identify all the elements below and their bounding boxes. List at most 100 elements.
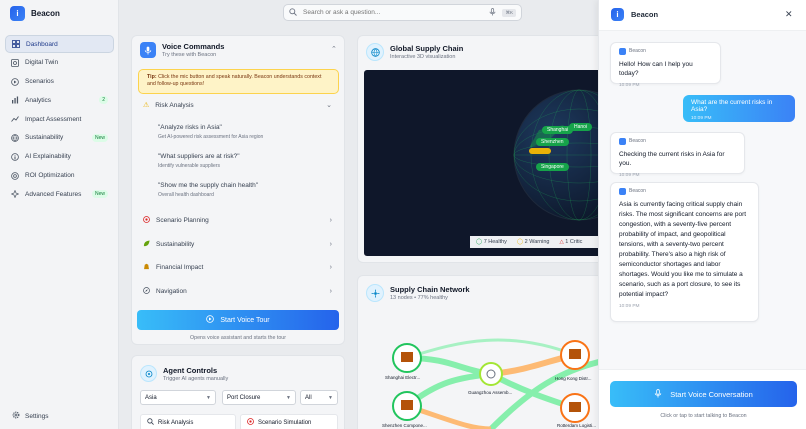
message-time: 10:09 PM — [619, 304, 640, 310]
sender-name: Beacon — [629, 48, 646, 54]
command-example[interactable]: "Show me the supply chain health" — [158, 182, 258, 189]
agent-icon — [140, 365, 157, 382]
sidebar-item-digital-twin[interactable]: Digital Twin — [5, 54, 114, 72]
target-icon — [247, 418, 254, 427]
analytics-count-badge: 2 — [99, 96, 108, 105]
tour-note: Opens voice assistant and starts the tou… — [190, 335, 286, 341]
network-node — [392, 391, 422, 421]
network-icon — [366, 284, 384, 302]
voice-commands-subtitle: Try these with Beacon — [162, 52, 217, 58]
accordion-financial-impact[interactable]: Financial Impact › — [137, 258, 338, 276]
scenario-value: Port Closure — [227, 394, 261, 401]
settings-link[interactable]: Settings — [12, 411, 49, 421]
message-time: 10:09 PM — [691, 116, 712, 121]
network-node — [392, 343, 422, 373]
scenario-simulation-button[interactable]: Scenario Simulation — [240, 414, 338, 429]
warning-count: 2 Warning — [524, 239, 550, 245]
accordion-scenario-planning[interactable]: Scenario Planning › — [137, 211, 338, 229]
sidebar-item-scenarios[interactable]: Scenarios — [5, 73, 114, 91]
agent-controls-header: Agent Controls Trigger AI agents manuall… — [140, 365, 228, 382]
sidebar-item-ai-explainability[interactable]: AI Explainability — [5, 148, 114, 166]
sidebar-item-sustainability[interactable]: Sustainability New — [5, 129, 114, 147]
bot-message: Beacon Asia is currently facing critical… — [610, 182, 759, 322]
command-example[interactable]: "What suppliers are at risk?" — [158, 153, 240, 160]
location-marker[interactable]: Singapore — [536, 163, 569, 171]
accordion-label: Scenario Planning — [156, 216, 209, 224]
close-icon[interactable]: ✕ — [785, 9, 793, 20]
message-sender: Beacon — [619, 138, 736, 146]
accordion-label: Navigation — [156, 287, 187, 295]
critical-count: 1 Critic — [565, 239, 583, 245]
bot-message: Beacon Hello! How can I help you today? … — [610, 42, 721, 88]
compass-icon — [143, 286, 150, 296]
accordion-label: Sustainability — [156, 240, 195, 248]
brand[interactable]: i Beacon — [10, 6, 60, 21]
new-badge: New — [91, 190, 108, 199]
location-marker[interactable]: Shenzhen — [536, 138, 569, 146]
start-voice-tour-button[interactable]: Start Voice Tour — [137, 310, 339, 330]
global-search: ⌘K — [283, 4, 522, 21]
search-icon — [289, 7, 297, 18]
search-input[interactable] — [303, 9, 484, 16]
warning-marker[interactable] — [529, 148, 551, 154]
beacon-icon — [619, 138, 626, 146]
agent-controls-title: Agent Controls — [163, 365, 218, 375]
command-description: Identify vulnerable suppliers — [158, 163, 220, 169]
features-icon — [11, 190, 19, 199]
beacon-logo-icon: i — [611, 8, 624, 21]
chevron-right-icon: › — [329, 216, 332, 224]
network-node — [479, 362, 503, 386]
sidebar-item-impact-assessment[interactable]: Impact Assessment — [5, 110, 114, 128]
start-voice-conversation-button[interactable]: Start Voice Conversation — [610, 381, 797, 407]
sidebar-item-advanced-features[interactable]: Advanced Features New — [5, 185, 114, 203]
microphone-icon[interactable] — [489, 7, 496, 18]
region-select[interactable]: Asia ▼ — [140, 390, 216, 405]
twin-icon — [11, 58, 19, 67]
button-label: Scenario Simulation — [258, 419, 312, 426]
sender-name: Beacon — [629, 188, 646, 194]
message-time: 10:09 PM — [619, 173, 640, 178]
sidebar-item-label: Impact Assessment — [25, 115, 82, 123]
globe-visualization[interactable]: Shanghai Shenzhen Hanoi Singapore — [364, 70, 607, 256]
node-label: Shanghai Electr... — [385, 375, 421, 380]
collapse-icon[interactable]: ⌃ — [331, 45, 337, 53]
chevron-right-icon: › — [329, 263, 332, 271]
user-message: What are the current risks in Asia? 10:0… — [683, 95, 795, 122]
sidebar-item-label: Scenarios — [25, 78, 54, 86]
sidebar-item-analytics[interactable]: Analytics 2 — [5, 91, 114, 109]
filter-select[interactable]: All ▼ — [300, 390, 338, 405]
accordion-risk-analysis[interactable]: ⚠ Risk Analysis ⌄ — [137, 96, 338, 114]
node-label: Hong Kong Distr... — [555, 376, 592, 381]
node-label: Guangzhou Assemb... — [468, 390, 513, 395]
sidebar-item-roi-optimization[interactable]: ROI Optimization — [5, 167, 114, 185]
risk-analysis-button[interactable]: Risk Analysis — [140, 414, 236, 429]
sidebar-item-dashboard[interactable]: Dashboard — [5, 35, 114, 53]
warning-status: ◯ 2 Warning — [517, 239, 550, 245]
network-graph[interactable]: Shanghai Electr... Guangzhou Assemb... H… — [360, 310, 607, 429]
filter-value: All — [305, 394, 312, 401]
gsc-header: Global Supply Chain Interactive 3D visua… — [366, 43, 463, 61]
sidebar: i Beacon Dashboard Digital Twin Scenario… — [0, 0, 119, 429]
location-marker[interactable]: Hanoi — [569, 123, 593, 131]
accordion-sustainability[interactable]: Sustainability › — [137, 235, 338, 253]
message-sender: Beacon — [619, 188, 750, 196]
healthy-status: ◯ 7 Healthy — [476, 239, 507, 245]
agent-controls-subtitle: Trigger AI agents manually — [163, 375, 229, 382]
command-example[interactable]: "Analyze risks in Asia" — [158, 124, 222, 131]
accordion-navigation[interactable]: Navigation › — [137, 282, 338, 300]
scenario-select[interactable]: Port Closure ▼ — [222, 390, 296, 405]
shortcut-hint: ⌘K — [502, 8, 516, 17]
ai-icon — [11, 152, 19, 161]
sidebar-item-label: Advanced Features — [25, 190, 82, 198]
button-label: Risk Analysis — [158, 419, 194, 426]
leaf-icon — [143, 239, 150, 249]
command-description: Get AI-powered risk assessment for Asia … — [158, 134, 264, 140]
voice-note: Click or tap to start talking to Beacon — [660, 413, 747, 419]
chevron-down-icon: ⌄ — [326, 102, 332, 109]
clock-icon: ◯ — [516, 239, 524, 245]
tip-box: Tip: Click the mic button and speak natu… — [138, 69, 339, 94]
tip-label: Tip: — [147, 74, 157, 80]
chevron-down-icon: ▼ — [328, 394, 333, 401]
settings-label: Settings — [25, 412, 49, 420]
voice-commands-header[interactable]: Voice Commands Try these with Beacon — [140, 42, 224, 58]
